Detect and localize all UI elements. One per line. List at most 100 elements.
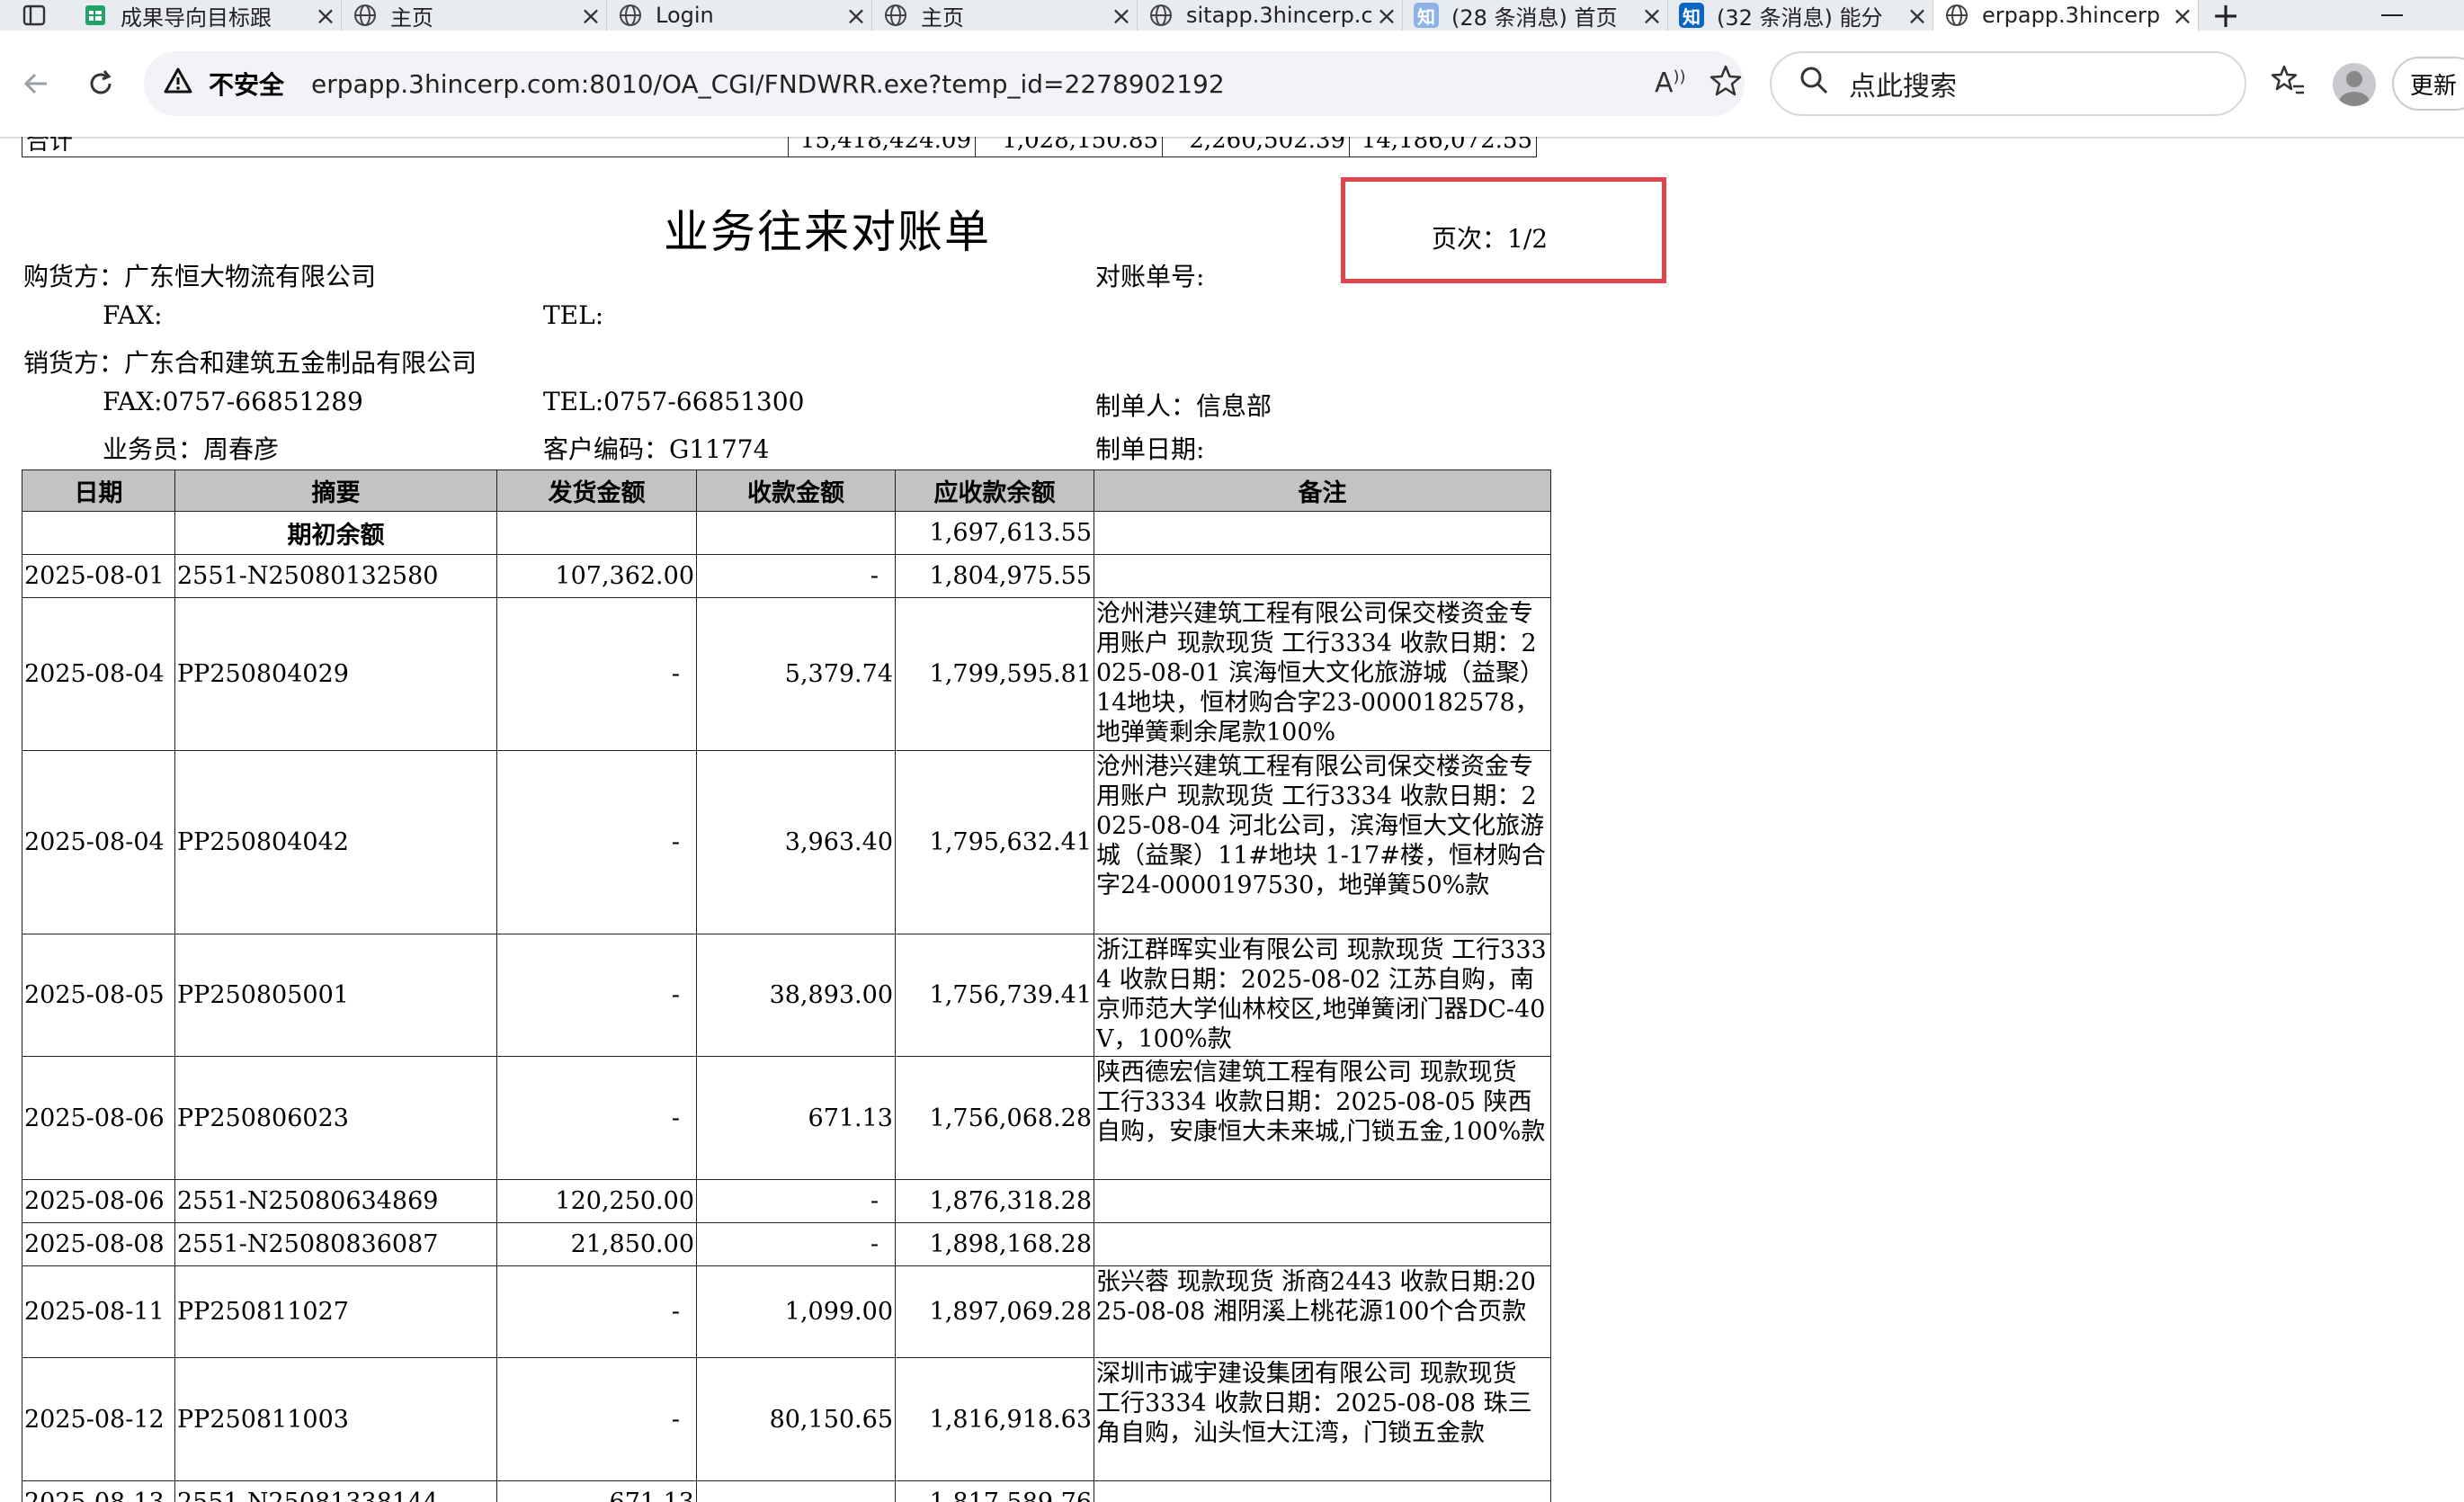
reload-button[interactable] [72,55,129,112]
favorite-star-icon[interactable] [1709,64,1743,104]
browser-tab[interactable]: 知 (28 条消息) 首页 × [1403,0,1668,31]
address-field[interactable]: 不安全 erpapp.3hincerp.com:8010/OA_CGI/FNDW… [144,51,1745,116]
receive-amount-cell: 1,099.00 [696,1265,896,1358]
close-icon[interactable]: × [1371,1,1402,31]
back-button[interactable] [7,55,65,112]
table-row: 2025-08-08 2551-N25080836087 21,850.00 -… [22,1222,1551,1266]
summary-label: 合计 [22,137,789,157]
close-icon[interactable]: × [1637,1,1667,31]
balance-cell: 1,756,739.41 [895,934,1094,1057]
opening-balance-row: 期初余额 1,697,613.55 [22,511,1551,555]
url-text[interactable]: erpapp.3hincerp.com:8010/OA_CGI/FNDWRR.e… [311,69,1225,99]
statement-number-label: 对账单号: [1095,262,1205,291]
note-cell: 沧州港兴建筑工程有限公司保交楼资金专用账户 现款现货 工行3334 收款日期：2… [1094,750,1551,934]
favorites-list-icon [2271,65,2304,94]
ref-cell: PP250804042 [174,750,497,934]
seller-fax: FAX:0757-66851289 [103,387,363,416]
browser-tab[interactable]: Login × [607,0,872,31]
favorites-button[interactable] [2266,59,2317,110]
ref-cell: PP250805001 [174,934,497,1057]
browser-tab[interactable]: 知 (32 条消息) 能分 × [1668,0,1933,31]
update-button[interactable]: 更新 [2392,57,2464,111]
ship-amount-cell: 21,850.00 [496,1222,697,1266]
minimize-icon [2381,14,2403,16]
ship-amount-cell: - [496,1056,697,1180]
balance-cell: 1,795,632.41 [895,750,1094,934]
tab-title: (28 条消息) 首页 [1451,4,1618,31]
warning-icon [164,67,192,102]
sheet-icon [83,3,108,28]
column-header: 收款金额 [696,469,896,512]
column-header: 备注 [1094,469,1551,512]
ref-cell: 2551-N25080132580 [174,554,497,598]
ship-amount-cell: - [496,1357,697,1481]
seller-tel: TEL:0757-66851300 [543,387,805,416]
ship-amount-cell: - [496,597,697,751]
close-icon[interactable]: × [310,1,341,31]
statement-table: 日期 摘要 发货金额 收款金额 应收款余额 备注 期初余额 1,697,613.… [22,469,1551,1502]
browser-tab[interactable]: sitapp.3hincerp.c × [1138,0,1403,31]
search-input[interactable]: 点此搜索 [1770,51,2246,116]
summary-row: 合计 15,418,424.09 1,028,150.85 2,260,502.… [22,137,1537,157]
close-icon[interactable]: × [1902,1,1933,31]
summary-table: 合计 15,418,424.09 1,028,150.85 2,260,502.… [22,137,1537,157]
note-cell [1094,554,1551,598]
ship-amount-cell: 107,362.00 [496,554,697,598]
receive-amount-cell: - [696,1480,896,1502]
tab-strip: 成果导向目标跟 × 主页 × Login × 主页 × sitapp.3hinc… [0,0,2464,35]
globe-icon [1148,3,1174,28]
close-icon[interactable]: × [1106,1,1137,31]
table-header-row: 日期 摘要 发货金额 收款金额 应收款余额 备注 [22,469,1551,512]
tab-actions-button[interactable] [0,0,72,31]
receive-amount-cell: - [696,1179,896,1223]
receive-amount-cell: - [696,554,896,598]
minimize-button[interactable] [2356,0,2428,31]
receive-amount-cell: 671.13 [696,1056,896,1180]
read-aloud-icon[interactable]: A)) [1655,67,1686,99]
browser-tab[interactable]: 主页 × [342,0,607,31]
insecure-label[interactable]: 不安全 [209,66,284,102]
back-arrow-icon [23,73,47,94]
date-cell: 2025-08-12 [22,1357,175,1481]
table-row: 2025-08-04 PP250804042 - 3,963.40 1,795,… [22,750,1551,934]
column-header: 日期 [22,469,175,512]
globe-icon [353,3,378,28]
address-toolbar: 不安全 erpapp.3hincerp.com:8010/OA_CGI/FNDW… [0,31,2464,139]
date-cell: 2025-08-08 [22,1222,175,1266]
balance-cell: 1,897,069.28 [895,1265,1094,1358]
browser-tab-active[interactable]: erpapp.3hincerp × [1933,0,2199,31]
table-row: 2025-08-11 PP250811027 - 1,099.00 1,897,… [22,1265,1551,1358]
note-cell: 深圳市诚宇建设集团有限公司 现款现货 工行3334 收款日期：2025-08-0… [1094,1357,1551,1481]
receive-amount-cell: - [696,1222,896,1266]
ship-amount-cell: 671.13 [496,1480,697,1502]
date-cell: 2025-08-06 [22,1056,175,1180]
close-icon[interactable]: × [841,1,871,31]
date-cell: 2025-08-05 [22,934,175,1057]
close-icon[interactable]: × [2167,1,2198,31]
seller-label: 销货方：广东合和建筑五金制品有限公司 [23,348,478,378]
buyer-fax: FAX: [103,300,163,330]
table-row: 2025-08-06 PP250806023 - 671.13 1,756,06… [22,1056,1551,1180]
table-row: 2025-08-01 2551-N25080132580 107,362.00 … [22,554,1551,598]
receive-amount-cell: 5,379.74 [696,597,896,751]
tab-title: sitapp.3hincerp.c [1186,3,1371,28]
close-icon[interactable]: × [576,1,606,31]
summary-value: 2,260,502.39 [1162,137,1350,157]
statement-title: 业务往来对账单 [664,206,991,258]
column-header: 发货金额 [496,469,697,512]
table-row: 2025-08-12 PP250811003 - 80,150.65 1,816… [22,1357,1551,1481]
summary-value: 1,028,150.85 [975,137,1163,157]
table-cell [1094,511,1551,555]
report-page: 合计 15,418,424.09 1,028,150.85 2,260,502.… [0,137,2464,1502]
summary-value: 15,418,424.09 [788,137,976,157]
ship-amount-cell: - [496,934,697,1057]
browser-tab[interactable]: 主页 × [872,0,1138,31]
ref-cell: 2551-N25080836087 [174,1222,497,1266]
browser-tab[interactable]: 成果导向目标跟 × [72,0,342,31]
tab-title: 主页 [921,4,964,31]
balance-cell: 1,816,918.63 [895,1357,1094,1481]
ref-cell: 2551-N25080634869 [174,1179,497,1223]
ref-cell: PP250811003 [174,1357,497,1481]
new-tab-button[interactable]: + [2199,0,2253,35]
profile-avatar[interactable] [2333,63,2376,106]
